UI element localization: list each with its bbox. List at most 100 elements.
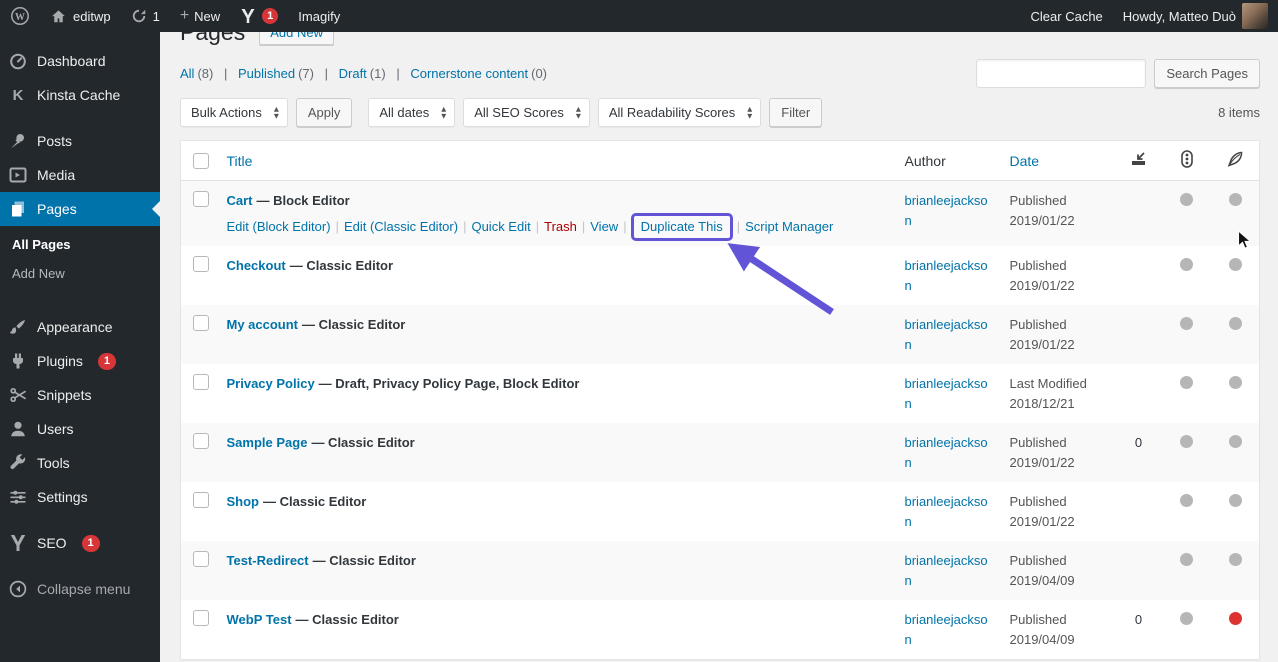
publish-status: Published [1009,435,1067,450]
sidebar-item-media[interactable]: Media [0,158,160,192]
new-label: New [194,8,221,24]
pages-submenu: All Pages Add New [0,226,160,298]
page-title-link[interactable]: Cart [227,193,253,208]
select-row-checkbox[interactable] [193,374,209,390]
scissors-icon [8,385,28,405]
collapse-menu-button[interactable]: Collapse menu [0,572,160,606]
author-link[interactable]: brianleejackson [905,435,988,470]
trash-link[interactable]: Trash [544,219,577,234]
views-row: All (8) | Published (7) | Draft (1) | Corne… [180,58,1260,88]
sidebar-item-dashboard[interactable]: Dashboard [0,44,160,78]
pin-icon [8,131,28,151]
select-row-checkbox[interactable] [193,492,209,508]
howdy-text: Howdy, Matteo Duò [1122,8,1236,24]
sidebar-item-pages[interactable]: Pages [0,192,160,226]
script-manager-link[interactable]: Script Manager [745,219,833,234]
separator: | [463,218,467,234]
yoast-menu[interactable]: 1 [230,0,288,32]
view-published-link[interactable]: Published (7) [238,66,314,81]
wrench-icon [8,453,28,473]
sidebar-item-plugins[interactable]: Plugins 1 [0,344,160,378]
select-row-checkbox[interactable] [193,315,209,331]
update-icon [131,8,147,24]
view-draft-link[interactable]: Draft (1) [339,66,386,81]
page-title-link[interactable]: WebP Test [227,612,292,627]
clear-cache-label: Clear Cache [1030,8,1103,24]
author-link[interactable]: brianleejackson [905,376,988,411]
select-all-checkbox[interactable] [193,153,209,169]
sidebar-item-snippets[interactable]: Snippets [0,378,160,412]
author-link[interactable]: brianleejackson [905,258,988,293]
filter-button[interactable]: Filter [769,98,823,127]
view-all-link[interactable]: All (8) [180,66,213,81]
clear-cache-button[interactable]: Clear Cache [1021,0,1113,32]
select-row-checkbox[interactable] [193,433,209,449]
sort-by-title-header[interactable]: Title [227,153,253,169]
submenu-add-new[interactable]: Add New [0,259,160,288]
author-link[interactable]: brianleejackson [905,612,988,647]
view-filters: All (8) | Published (7) | Draft (1) | Corne… [180,66,547,81]
kinsta-icon: K [8,85,28,105]
page-title-link[interactable]: Sample Page [227,435,308,450]
select-arrows-icon: ▲ ▼ [273,105,279,120]
edit-classic-editor-link[interactable]: Edit (Classic Editor) [344,219,458,234]
publish-date: 2019/01/22 [1009,454,1075,470]
yoast-icon [240,8,256,24]
duplicate-this-link[interactable]: Duplicate This [641,219,723,234]
author-link[interactable]: brianleejackson [905,193,988,228]
seo-score-dot [1180,553,1193,566]
select-row-checkbox[interactable] [193,191,209,207]
select-row-checkbox[interactable] [193,610,209,626]
paintbrush-icon [8,317,28,337]
new-content-menu[interactable]: + New [170,0,230,32]
view-link[interactable]: View [590,219,618,234]
quick-edit-link[interactable]: Quick Edit [471,219,530,234]
pages-table: Title Author Date Cart — Block Editor Edi… [180,140,1260,660]
edit-block-editor-link[interactable]: Edit (Block Editor) [227,219,331,234]
wordpress-logo-menu[interactable]: W [0,0,40,32]
author-link[interactable]: brianleejackson [905,494,988,529]
page-title-link[interactable]: Privacy Policy [227,376,315,391]
author-link[interactable]: brianleejackson [905,317,988,352]
sort-by-date-header[interactable]: Date [1010,153,1040,169]
seo-scores-filter-select[interactable]: All SEO Scores ▲ ▼ [463,98,590,127]
account-menu[interactable]: Howdy, Matteo Duò [1113,0,1278,32]
sidebar-item-posts[interactable]: Posts [0,124,160,158]
apply-button[interactable]: Apply [295,98,353,127]
page-title-link[interactable]: My account [227,317,299,332]
select-row-checkbox[interactable] [193,551,209,567]
readability-scores-filter-select[interactable]: All Readability Scores ▲ ▼ [597,98,762,127]
sidebar-item-seo[interactable]: SEO 1 [0,526,160,560]
menu-separator [0,514,160,526]
separator: | [324,65,328,81]
search-pages-button[interactable]: Search Pages [1154,58,1260,88]
publish-date: 2019/04/09 [1009,631,1075,647]
menu-separator [0,560,160,572]
updates-count: 1 [152,8,160,24]
page-title-link[interactable]: Checkout [227,258,286,273]
row-actions: Edit (Block Editor) | Edit (Classic Editor… [227,212,885,315]
sidebar-item-label: Tools [37,455,70,471]
submenu-all-pages[interactable]: All Pages [0,230,160,259]
page-title-link[interactable]: Shop [227,494,260,509]
readability-score-dot [1228,553,1242,566]
site-menu[interactable]: editwp [40,0,121,32]
imagify-menu[interactable]: Imagify [288,0,350,32]
sidebar-item-tools[interactable]: Tools [0,446,160,480]
dates-filter-select[interactable]: All dates ▲ ▼ [368,98,456,127]
readability-feather-icon [1226,150,1244,168]
bulk-actions-select[interactable]: Bulk Actions ▲ ▼ [180,98,288,127]
view-cornerstone-link[interactable]: Cornerstone content (0) [410,66,547,81]
sidebar-item-kinsta-cache[interactable]: K Kinsta Cache [0,78,160,112]
table-header-row: Title Author Date [180,140,1260,181]
seo-score-dot [1180,376,1193,389]
author-link[interactable]: brianleejackson [905,553,988,588]
updates-menu[interactable]: 1 [121,0,170,32]
search-input[interactable] [976,58,1147,88]
sidebar-item-users[interactable]: Users [0,412,160,446]
view-label: Published [237,65,296,81]
sidebar-item-appearance[interactable]: Appearance [0,310,160,344]
select-row-checkbox[interactable] [193,256,209,272]
sidebar-item-settings[interactable]: Settings [0,480,160,514]
page-title-link[interactable]: Test-Redirect [227,553,309,568]
